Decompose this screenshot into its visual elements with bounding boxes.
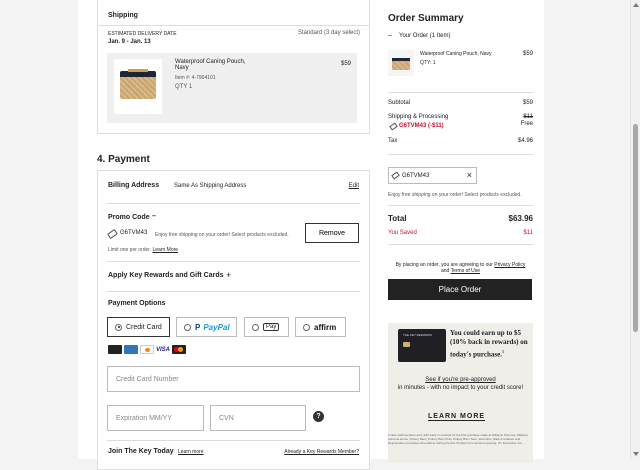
- page-scrollbar[interactable]: [630, 0, 640, 459]
- rewards-label[interactable]: Apply Key Rewards and Gift Cards: [108, 272, 224, 279]
- place-order-button[interactable]: Place Order: [388, 279, 532, 300]
- banner-body: See if you're pre-approved in minutes - w…: [397, 377, 524, 391]
- summary-collapse-icon[interactable]: –: [388, 32, 392, 39]
- rewards-banner: THE KEY REWARDS You could earn up to $5 …: [388, 323, 533, 463]
- item-number: Item #: 4-7904101: [175, 75, 216, 81]
- rewards-card-image: THE KEY REWARDS: [398, 329, 446, 362]
- cvn-help-icon[interactable]: ?: [313, 411, 324, 422]
- chip-description: Enjoy free shipping on your order! Selec…: [388, 192, 522, 198]
- plus-icon[interactable]: +: [226, 270, 231, 280]
- shipping-free: Free: [520, 121, 533, 127]
- your-order-toggle[interactable]: Your Order (1 Item): [399, 33, 450, 39]
- promo-chip: G6TVM43 ×: [388, 167, 477, 184]
- divider: [107, 440, 360, 441]
- divider: [388, 92, 533, 93]
- banner-headline: You could earn up to $5 (10% back in rew…: [450, 329, 528, 359]
- apple-pay-icon: Pay: [263, 323, 280, 331]
- promo-collapse-icon[interactable]: –: [152, 213, 156, 220]
- divider: [388, 154, 533, 155]
- option-apple-pay[interactable]: Pay: [244, 317, 289, 337]
- product-image: [114, 59, 162, 114]
- total-row: Total $63.96: [388, 214, 533, 223]
- radio-icon: [115, 323, 122, 331]
- tag-icon: [389, 122, 398, 131]
- preapproved-link[interactable]: See if you're pre-approved: [425, 377, 496, 383]
- shipping-card: Shipping ESTIMATED DELIVERY DATE Jan. 9 …: [97, 0, 370, 134]
- credit-card-number-input[interactable]: Credit Card Number: [107, 366, 360, 392]
- divider: [98, 25, 369, 26]
- card-brand-icon: [108, 345, 122, 354]
- option-paypal[interactable]: P PayPal: [176, 317, 237, 337]
- option-credit-card[interactable]: Credit Card: [107, 317, 170, 337]
- tag-icon: [107, 228, 118, 240]
- join-learn-more-link[interactable]: Learn more: [178, 449, 204, 455]
- join-key-label: Join The Key Today: [108, 448, 174, 455]
- tax-row: Tax $4.96: [388, 138, 533, 144]
- promo-learn-more-link[interactable]: Learn More: [152, 247, 178, 253]
- agreement-text: By placing an order, you are agreeing to…: [395, 262, 526, 274]
- discover-icon: [140, 345, 154, 354]
- banner-learn-more-link[interactable]: LEARN MORE: [428, 413, 486, 421]
- tag-icon: [391, 171, 400, 180]
- divider: [107, 203, 360, 204]
- remove-promo-button[interactable]: Remove: [305, 223, 359, 243]
- cvn-input[interactable]: CVN: [210, 405, 306, 431]
- expiration-input[interactable]: Expiration MM/YY: [107, 405, 204, 431]
- radio-icon: [303, 323, 310, 331]
- edit-billing-link[interactable]: Edit: [349, 183, 359, 189]
- promo-label: Promo Code: [108, 214, 150, 221]
- payment-card: Billing Address Same As Shipping Address…: [97, 170, 370, 470]
- item-qty: QTY 1: [175, 84, 193, 90]
- delivery-dates: Jan. 9 - Jan. 13: [108, 39, 151, 45]
- visa-icon: VISA: [156, 346, 171, 353]
- payment-heading: 4. Payment: [97, 154, 150, 165]
- shipping-title: Shipping: [108, 12, 138, 19]
- paypal-logo-icon: P: [195, 322, 201, 332]
- summary-item-price: $59: [522, 51, 533, 57]
- remove-chip-icon[interactable]: ×: [467, 170, 472, 180]
- scroll-down-icon[interactable]: [633, 452, 639, 456]
- summary-item-name: Waterproof Caning Pouch, Navy: [420, 51, 492, 57]
- option-label: Credit Card: [126, 323, 162, 331]
- item-name: Waterproof Caning Pouch, Navy: [175, 59, 246, 71]
- order-summary: Order Summary – Your Order (1 Item) Wate…: [388, 0, 534, 463]
- mastercard-icon: [172, 345, 186, 354]
- shipping-item: Waterproof Caning Pouch, Navy Item #: 4-…: [107, 53, 357, 123]
- divider: [388, 244, 533, 245]
- divider: [107, 261, 360, 262]
- promo-description: Enjoy free shipping on your order! Selec…: [155, 232, 289, 238]
- billing-value: Same As Shipping Address: [174, 183, 247, 189]
- item-price: $59: [340, 61, 351, 67]
- summary-item-image: [388, 50, 414, 76]
- applied-promo-code: G6TVM43: [120, 230, 148, 236]
- summary-item-qty: QTY: 1: [420, 60, 436, 66]
- divider: [107, 291, 360, 292]
- terms-link[interactable]: Terms of Use: [451, 268, 480, 274]
- radio-icon: [184, 323, 191, 331]
- subtotal-row: Subtotal $59: [388, 100, 533, 106]
- divider: [388, 205, 533, 206]
- shipping-promo: G6TVM43 (-$11): [399, 123, 444, 129]
- scroll-up-icon[interactable]: [633, 3, 639, 7]
- est-delivery-label: ESTIMATED DELIVERY DATE: [108, 31, 177, 37]
- shipping-row: Shipping & Processing $11: [388, 114, 533, 120]
- summary-title: Order Summary: [388, 13, 464, 24]
- promo-limit: Limit one per order. Learn More: [108, 247, 179, 253]
- payment-options-label: Payment Options: [108, 300, 166, 307]
- amex-icon: [124, 345, 138, 354]
- paypal-label: PayPal: [203, 322, 230, 332]
- saved-row: You Saved $11: [388, 230, 533, 236]
- shipping-method: Standard (3 day select): [297, 30, 360, 36]
- banner-fine-print: 1 New cardmembers earn 10% back in rewar…: [388, 433, 528, 445]
- rewards-member-link[interactable]: Already a Key Rewards Member?: [284, 449, 359, 455]
- privacy-link[interactable]: Privacy Policy: [494, 262, 525, 268]
- billing-label: Billing Address: [108, 182, 160, 189]
- affirm-logo-icon: affirm: [314, 322, 337, 332]
- option-affirm[interactable]: affirm: [295, 317, 346, 337]
- radio-icon: [252, 323, 259, 331]
- scroll-thumb[interactable]: [633, 124, 638, 332]
